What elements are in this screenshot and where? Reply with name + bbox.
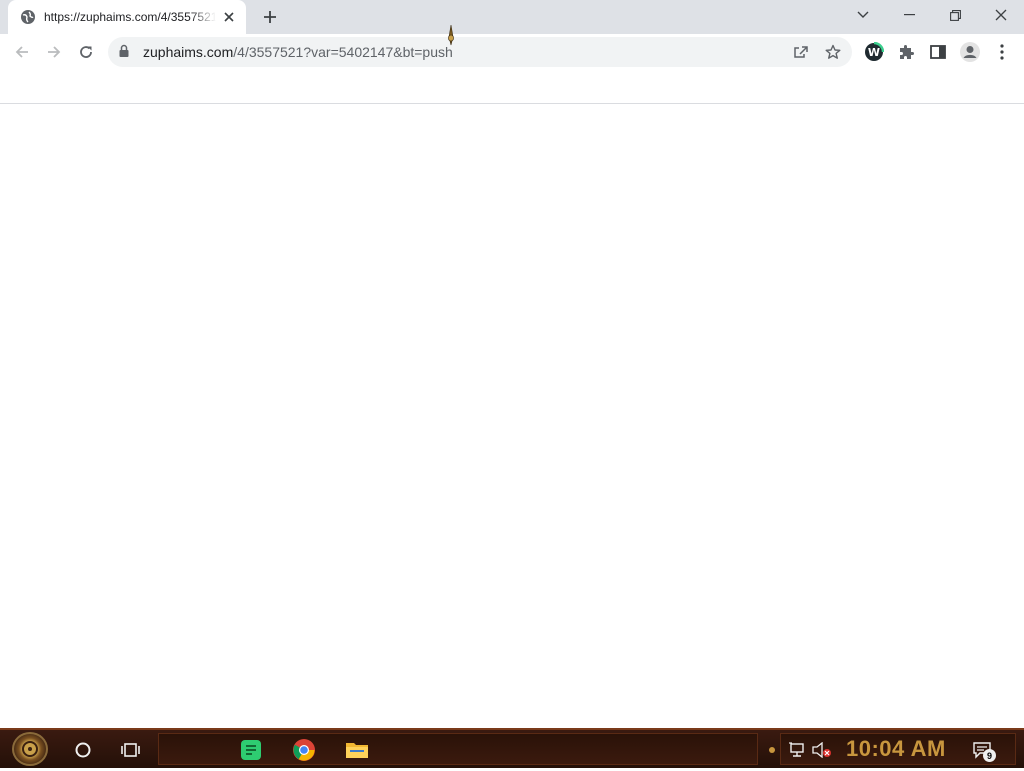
minimize-icon xyxy=(903,14,915,16)
cortana-circle-icon xyxy=(75,742,91,758)
task-view-icon xyxy=(121,743,140,757)
close-tab-icon[interactable] xyxy=(220,8,238,26)
restore-button[interactable] xyxy=(932,0,978,30)
folder-icon xyxy=(346,743,368,758)
page-content[interactable] xyxy=(0,104,1024,728)
plus-icon xyxy=(264,11,276,23)
bookmark-star-icon[interactable] xyxy=(823,42,843,62)
restore-icon xyxy=(949,9,961,21)
file-explorer-button[interactable] xyxy=(343,736,371,764)
chevron-down-icon xyxy=(857,11,869,18)
close-icon xyxy=(995,9,1007,21)
minimize-button[interactable] xyxy=(886,0,932,30)
tab-strip: https://zuphaims.com/4/3557521?var=54021… xyxy=(0,0,1024,34)
tray-overflow-icon[interactable] xyxy=(764,736,780,764)
start-button[interactable] xyxy=(12,732,48,766)
mouse-cursor-icon xyxy=(447,24,455,55)
network-icon[interactable] xyxy=(783,736,811,764)
browser-toolbar: zuphaims.com/4/3557521?var=5402147&bt=pu… xyxy=(0,34,1024,70)
notes-app-button[interactable] xyxy=(237,736,265,764)
extension-w-icon[interactable]: W xyxy=(862,40,886,64)
taskbar-clock[interactable]: 10:04 AM xyxy=(846,736,946,762)
taskbar: 10:04 AM 9 xyxy=(0,728,1024,768)
tab-title: https://zuphaims.com/4/3557521?var=54021… xyxy=(44,10,216,24)
task-view-button[interactable] xyxy=(117,736,145,764)
extensions-puzzle-icon[interactable] xyxy=(894,40,918,64)
address-bar[interactable]: zuphaims.com/4/3557521?var=5402147&bt=pu… xyxy=(108,37,852,67)
chrome-icon xyxy=(293,739,315,761)
url-text[interactable]: zuphaims.com/4/3557521?var=5402147&bt=pu… xyxy=(143,44,453,60)
side-panel-icon[interactable] xyxy=(926,40,950,64)
chrome-app-button[interactable] xyxy=(290,736,318,764)
back-button[interactable] xyxy=(8,38,36,66)
new-tab-button[interactable] xyxy=(258,5,282,29)
close-window-button[interactable] xyxy=(978,0,1024,30)
browser-tab[interactable]: https://zuphaims.com/4/3557521?var=54021… xyxy=(8,0,246,34)
lock-icon[interactable] xyxy=(119,44,133,60)
url-path: /4/3557521?var=5402147&bt=push xyxy=(233,44,453,60)
back-arrow-icon xyxy=(15,46,28,58)
share-icon[interactable] xyxy=(791,42,811,62)
menu-kebab-icon[interactable] xyxy=(990,40,1014,64)
tab-search-button[interactable] xyxy=(840,0,886,30)
profile-avatar-icon[interactable] xyxy=(958,40,982,64)
url-host: zuphaims.com xyxy=(143,44,234,60)
notification-count-badge: 9 xyxy=(983,749,996,762)
globe-icon xyxy=(20,9,36,25)
forward-button[interactable] xyxy=(40,38,68,66)
search-button[interactable] xyxy=(69,736,97,764)
steampunk-gear-icon xyxy=(22,741,38,757)
forward-arrow-icon xyxy=(48,46,61,58)
volume-muted-icon[interactable] xyxy=(808,736,836,764)
reload-button[interactable] xyxy=(72,38,100,66)
notes-icon xyxy=(241,740,261,760)
svg-text:W: W xyxy=(868,46,880,59)
reload-icon xyxy=(80,46,92,58)
